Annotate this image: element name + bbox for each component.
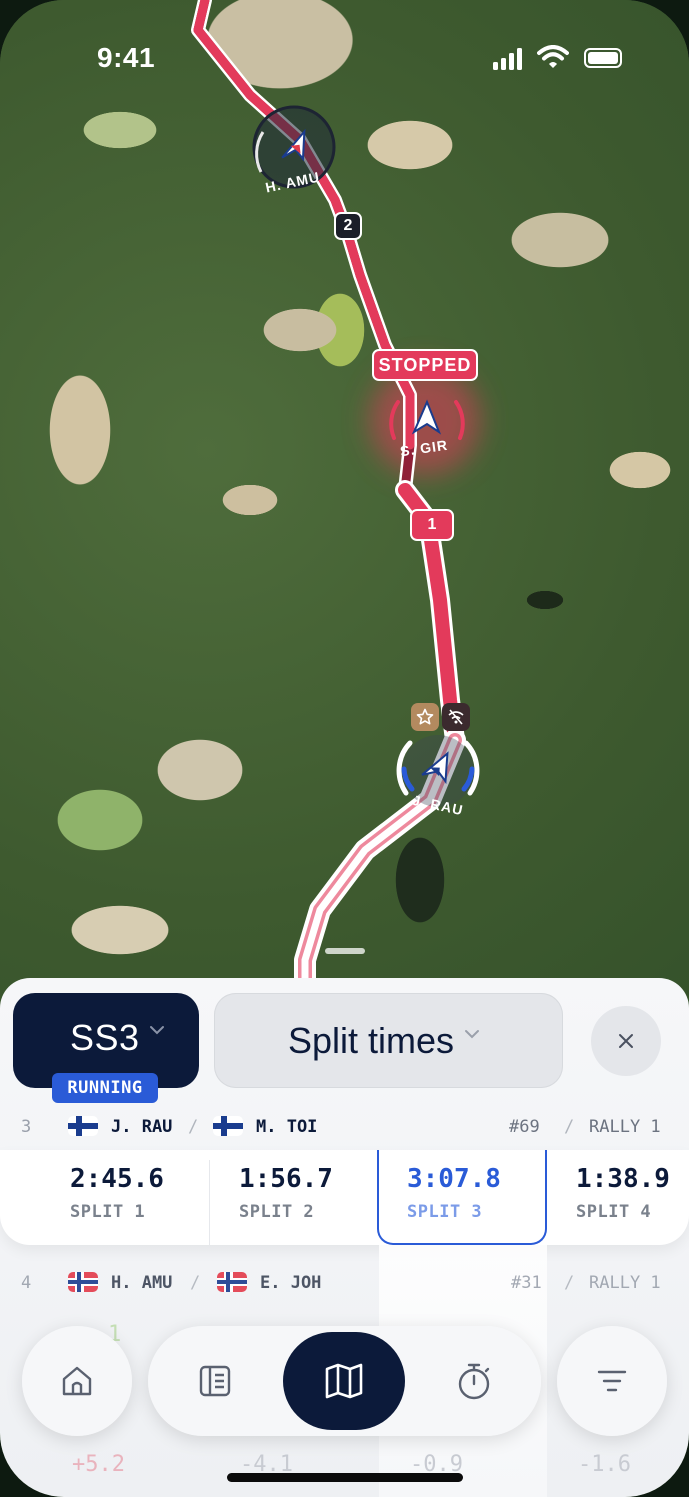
norway-flag-icon [217,1272,247,1292]
stage-status-text: RUNNING [67,1078,143,1098]
stage-label: SS3 [70,1017,140,1058]
codriver-name: M. TOI [256,1117,318,1137]
status-time: 9:41 [97,42,156,73]
home-icon [62,1366,92,1396]
car-marker-h-amu[interactable]: H. AMU [251,104,337,196]
car-number: #31 [511,1273,542,1293]
name-separator: / [190,1273,201,1293]
battery-icon [584,48,622,68]
stopwatch-icon [458,1363,490,1400]
nav-timing-button[interactable] [444,1352,504,1410]
list-icon [199,1365,231,1397]
split-label: SPLIT 3 [407,1202,483,1222]
phone-screen: 9:41 2 1 H. AMU STOPPED S. GIR J. RAU SS… [0,0,689,1497]
close-icon [619,1034,633,1048]
split-time: 3:07.8 [407,1164,501,1194]
entry-position: 3 [21,1117,32,1137]
driver-name: H. AMU [111,1273,173,1293]
view-label: Split times [288,1020,455,1061]
chevron-down-icon [150,1026,164,1035]
finland-flag-icon [213,1116,243,1136]
entry-position: 4 [21,1273,32,1293]
split-time: 1:38.9 [576,1164,670,1194]
split-point-badge[interactable]: 2 [334,212,362,240]
split-label: SPLIT 4 [576,1202,652,1222]
wifi-icon [537,45,569,68]
car-number: #69 [509,1117,540,1137]
nav-filter-button[interactable] [557,1326,667,1436]
map-icon [325,1363,363,1399]
entry-class: RALLY 1 [589,1117,661,1137]
split-divider [209,1160,210,1245]
close-button[interactable] [591,1006,661,1076]
faded-gap-value: -1.6 [578,1452,631,1477]
entry-class: RALLY 1 [589,1273,661,1293]
status-bar: 9:41 [0,0,689,110]
name-separator: / [564,1117,575,1137]
sheet-drag-handle[interactable] [325,948,365,954]
home-indicator[interactable] [227,1473,463,1482]
name-separator: / [188,1117,199,1137]
name-separator: / [564,1273,575,1293]
nav-map-button[interactable] [283,1332,405,1430]
stopped-status-badge: STOPPED [372,349,478,381]
driver-name: J. RAU [111,1117,173,1137]
finland-flag-icon [68,1116,98,1136]
entry-row-header[interactable]: 4 H. AMU / E. JOH #31 / RALLY 1 [0,1264,689,1304]
nav-list-button[interactable] [185,1352,245,1410]
chevron-down-icon [465,1030,479,1039]
stage-status-badge: RUNNING [52,1073,158,1103]
stopped-status-text: STOPPED [378,354,472,375]
cellular-signal-icon [493,48,522,70]
stage-route [191,0,480,1000]
nav-home-button[interactable] [22,1326,132,1436]
view-selector-button[interactable]: Split times [214,993,563,1088]
faded-gap-value: +5.2 [72,1452,125,1477]
codriver-name: E. JOH [260,1273,322,1293]
filter-icon [597,1370,627,1392]
split-time: 2:45.6 [70,1164,164,1194]
split-label: SPLIT 2 [239,1202,315,1222]
car-marker-j-rau[interactable]: J. RAU [392,725,484,818]
split-point-badge[interactable]: 1 [410,509,454,541]
entry-row-header[interactable]: 3 J. RAU / M. TOI #69 / RALLY 1 [0,1108,689,1148]
split-point-number: 2 [343,217,353,234]
split-point-number: 1 [427,516,437,533]
car-marker-s-gir[interactable]: S. GIR [384,380,470,466]
split-label: SPLIT 1 [70,1202,146,1222]
split-time: 1:56.7 [239,1164,333,1194]
norway-flag-icon [68,1272,98,1292]
